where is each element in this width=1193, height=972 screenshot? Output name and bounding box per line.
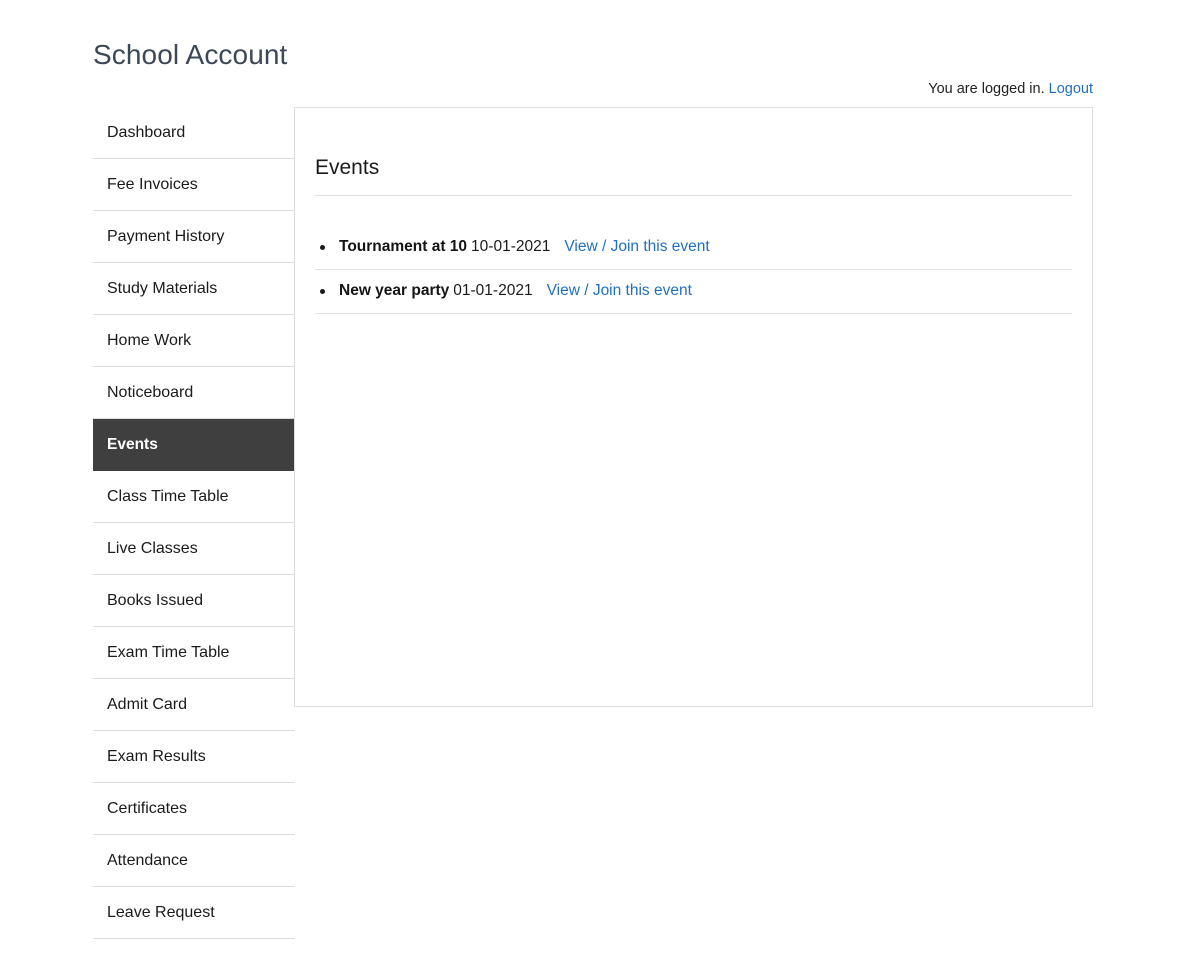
sidebar-item-dashboard[interactable]: Dashboard bbox=[93, 107, 295, 159]
sidebar-item-label: Fee Invoices bbox=[107, 175, 198, 193]
sidebar-item-label: Events bbox=[107, 435, 158, 453]
sidebar-item-label: Attendance bbox=[107, 851, 188, 869]
sidebar-item-label: Study Materials bbox=[107, 279, 218, 297]
sidebar-item-label: Noticeboard bbox=[107, 383, 194, 401]
sidebar-item-payment-history[interactable]: Payment History bbox=[93, 211, 295, 263]
sidebar-item-books-issued[interactable]: Books Issued bbox=[93, 575, 295, 627]
events-panel-inner: Events Tournament at 10 10-01-2021 View / … bbox=[295, 125, 1092, 314]
event-list-item: Tournament at 10 10-01-2021 View / Join th… bbox=[315, 226, 1072, 270]
events-list: Tournament at 10 10-01-2021 View / Join th… bbox=[315, 214, 1072, 314]
event-name: Tournament at 10 bbox=[339, 237, 468, 255]
sidebar-item-label: Leave Request bbox=[107, 903, 215, 921]
sidebar-item-attendance[interactable]: Attendance bbox=[93, 835, 295, 887]
sidebar-item-label: Dashboard bbox=[107, 123, 186, 141]
events-panel: Events Tournament at 10 10-01-2021 View / … bbox=[294, 107, 1093, 707]
event-view-join-link[interactable]: View / Join this event bbox=[564, 238, 709, 255]
sidebar-item-label: Exam Results bbox=[107, 747, 206, 765]
sidebar-item-exam-time-table[interactable]: Exam Time Table bbox=[93, 627, 295, 679]
sidebar-item-admit-card[interactable]: Admit Card bbox=[93, 679, 295, 731]
page-title: School Account bbox=[93, 38, 288, 70]
sidebar-item-study-materials[interactable]: Study Materials bbox=[93, 263, 295, 315]
sidebar-item-certificates[interactable]: Certificates bbox=[93, 783, 295, 835]
event-list-item: New year party 01-01-2021 View / Join this… bbox=[315, 270, 1072, 314]
sidebar-item-home-work[interactable]: Home Work bbox=[93, 315, 295, 367]
sidebar-item-label: Exam Time Table bbox=[107, 643, 230, 661]
sidebar-item-label: Certificates bbox=[107, 799, 188, 817]
sidebar-item-events[interactable]: Events bbox=[93, 419, 295, 471]
sidebar-item-exam-results[interactable]: Exam Results bbox=[93, 731, 295, 783]
sidebar-nav: Dashboard Fee Invoices Payment History Stud… bbox=[93, 107, 295, 939]
sidebar-item-leave-request[interactable]: Leave Request bbox=[93, 887, 295, 939]
sidebar-item-label: Live Classes bbox=[107, 539, 198, 557]
sidebar-item-label: Home Work bbox=[107, 331, 192, 349]
event-date: 10-01-2021 bbox=[471, 237, 551, 255]
sidebar-item-noticeboard[interactable]: Noticeboard bbox=[93, 367, 295, 419]
sidebar-item-label: Admit Card bbox=[107, 695, 188, 713]
sidebar-item-label: Payment History bbox=[107, 227, 225, 245]
event-view-join-link[interactable]: View / Join this event bbox=[547, 282, 692, 299]
sidebar-item-label: Books Issued bbox=[107, 591, 204, 609]
event-date: 01-01-2021 bbox=[453, 281, 533, 299]
sidebar-item-label: Class Time Table bbox=[107, 487, 229, 505]
event-name: New year party bbox=[339, 281, 450, 299]
logout-link[interactable]: Logout bbox=[1049, 81, 1093, 97]
sidebar-item-live-classes[interactable]: Live Classes bbox=[93, 523, 295, 575]
sidebar-item-class-time-table[interactable]: Class Time Table bbox=[93, 471, 295, 523]
login-status-text: You are logged in. bbox=[928, 81, 1045, 97]
sidebar-item-fee-invoices[interactable]: Fee Invoices bbox=[93, 159, 295, 211]
panel-heading: Events bbox=[315, 125, 1072, 197]
login-status: You are logged in. Logout bbox=[928, 79, 1093, 99]
